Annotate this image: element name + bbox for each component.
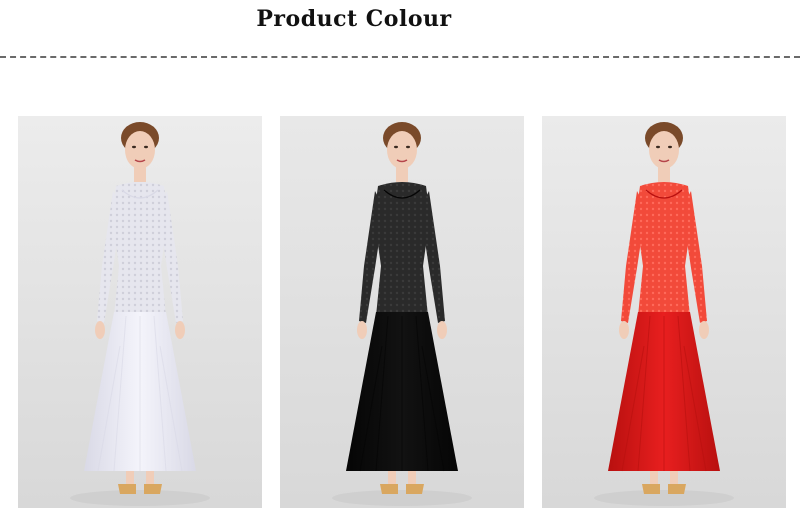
black-dress-photo (280, 116, 524, 508)
product-colour-page: Product Colour (0, 0, 800, 520)
white-dress-photo (18, 116, 262, 508)
dashed-divider (0, 56, 800, 58)
section-title: Product Colour (256, 6, 452, 32)
red-dress-photo (542, 116, 786, 508)
